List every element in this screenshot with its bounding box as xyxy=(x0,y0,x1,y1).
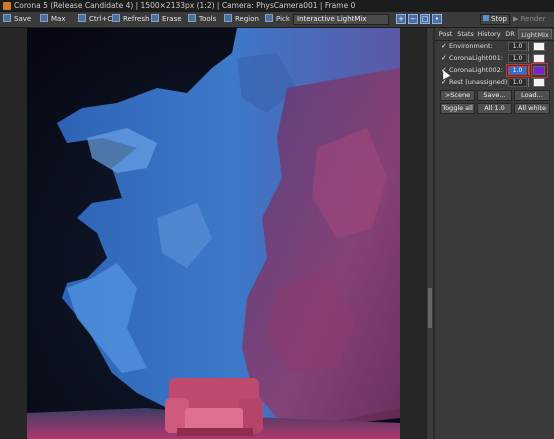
tools-button[interactable]: Tools xyxy=(188,14,216,25)
all-white-button[interactable]: All white xyxy=(514,103,550,114)
zoom-in-icon[interactable]: + xyxy=(396,14,406,24)
tools-label: Tools xyxy=(199,15,217,23)
light-label: Environment: xyxy=(449,42,493,50)
max-button[interactable]: Max xyxy=(40,14,65,25)
region-button[interactable]: Region xyxy=(224,14,259,25)
lightmix-row-rest: ✓ Rest (unassigned): 1.0 xyxy=(435,77,554,88)
zoom-fit-icon[interactable]: □ xyxy=(420,14,430,24)
render-label: Render xyxy=(520,15,546,23)
light-label: CoronaLight002: xyxy=(449,66,503,74)
stop-label: Stop xyxy=(491,15,507,23)
refresh-label: Refresh xyxy=(123,15,150,23)
intensity-input[interactable]: 1.0 xyxy=(508,42,527,51)
erase-button[interactable]: Erase xyxy=(151,14,182,25)
max-label: Max xyxy=(51,15,66,23)
erase-label: Erase xyxy=(162,15,182,23)
color-swatch[interactable] xyxy=(533,54,545,63)
zoom-out-icon[interactable]: − xyxy=(408,14,418,24)
intensity-input[interactable]: 1.0 xyxy=(508,54,527,63)
refresh-icon xyxy=(112,14,120,22)
tab-stats[interactable]: Stats xyxy=(456,29,475,39)
window-title: Corona 5 (Release Candidate 4) | 1500×21… xyxy=(14,1,356,10)
erase-icon xyxy=(151,14,159,22)
light-label: Rest (unassigned): xyxy=(449,78,510,86)
tools-icon xyxy=(188,14,196,22)
light-label: CoronaLight001: xyxy=(449,54,503,62)
stop-icon xyxy=(483,15,490,21)
enable-checkbox[interactable]: ✓ xyxy=(441,53,447,64)
tab-lightmix[interactable]: LightMix xyxy=(518,29,552,39)
scrollbar-thumb[interactable] xyxy=(428,288,432,328)
save-icon xyxy=(3,14,11,22)
intensity-spinner[interactable] xyxy=(528,42,532,51)
render-viewport[interactable] xyxy=(0,28,431,439)
save-lightmix-button[interactable]: Save... xyxy=(477,90,512,101)
copy-button[interactable]: Ctrl+C xyxy=(78,14,112,25)
region-label: Region xyxy=(235,15,259,23)
lightmix-panel: Post Stats History DR LightMix ✓ Environ… xyxy=(435,28,554,439)
region-icon xyxy=(224,14,232,22)
render-icon: ▶ xyxy=(513,15,521,23)
lightmix-select[interactable]: Interactive LightMix xyxy=(293,14,389,25)
tab-history[interactable]: History xyxy=(476,29,502,39)
highlight-intensity xyxy=(506,64,530,77)
color-swatch[interactable] xyxy=(533,78,545,87)
toggle-all-button[interactable]: Toggle all xyxy=(440,103,475,114)
vfb-toolbar: Save Max Ctrl+C Refresh Erase Tools Regi… xyxy=(0,12,554,28)
max-icon xyxy=(40,14,48,22)
zoom-reset-icon[interactable]: • xyxy=(432,14,442,24)
load-lightmix-button[interactable]: Load... xyxy=(514,90,550,101)
copy-icon xyxy=(78,14,86,22)
refresh-button[interactable]: Refresh xyxy=(112,14,149,25)
to-scene-button[interactable]: >Scene xyxy=(440,90,475,101)
save-button[interactable]: Save xyxy=(3,14,31,25)
render-button[interactable]: ▶ Render xyxy=(513,14,551,25)
lightmix-row-environment: ✓ Environment: 1.0 xyxy=(435,41,554,52)
save-label: Save xyxy=(14,15,32,23)
render-image-svg xyxy=(27,28,400,439)
render-image xyxy=(27,28,400,439)
intensity-input[interactable]: 1.0 xyxy=(508,78,527,87)
window-titlebar: Corona 5 (Release Candidate 4) | 1500×21… xyxy=(0,0,554,12)
panel-tabs: Post Stats History DR LightMix xyxy=(435,28,554,41)
pick-label: Pick xyxy=(276,15,290,23)
pick-icon xyxy=(265,14,273,22)
tab-post[interactable]: Post xyxy=(437,29,454,39)
viewport-scrollbar[interactable] xyxy=(426,28,433,439)
copy-label: Ctrl+C xyxy=(89,15,113,23)
tab-dr[interactable]: DR xyxy=(504,29,516,39)
highlight-color xyxy=(531,63,548,78)
armchair-shape xyxy=(165,378,263,436)
corona-app-icon xyxy=(3,2,11,10)
stop-button[interactable]: Stop xyxy=(480,14,510,25)
enable-checkbox[interactable]: ✓ xyxy=(441,41,447,52)
intensity-spinner[interactable] xyxy=(528,54,532,63)
pick-button[interactable]: Pick xyxy=(265,14,290,25)
color-swatch[interactable] xyxy=(533,42,545,51)
all-1-button[interactable]: All 1.0 xyxy=(477,103,512,114)
intensity-spinner[interactable] xyxy=(528,78,532,87)
